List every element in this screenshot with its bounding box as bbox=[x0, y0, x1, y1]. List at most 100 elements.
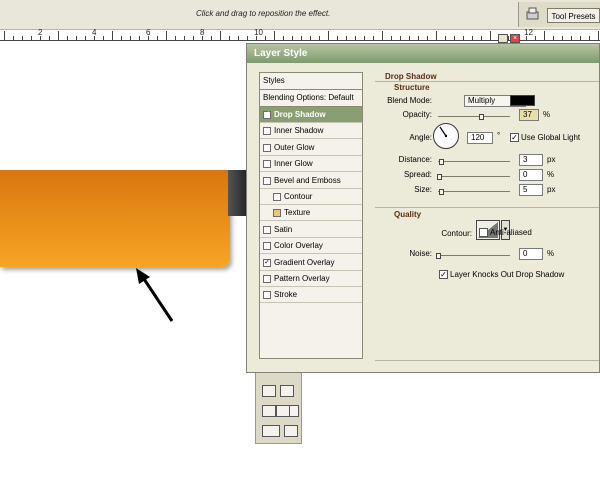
style-checkbox[interactable] bbox=[263, 176, 271, 185]
style-item-pattern-overlay[interactable]: Pattern Overlay bbox=[260, 271, 362, 287]
tool-presets-icon[interactable] bbox=[525, 6, 540, 21]
style-checkbox[interactable]: ✓ bbox=[263, 111, 271, 119]
style-checkbox[interactable] bbox=[263, 275, 271, 283]
ruler-tick bbox=[445, 36, 446, 40]
style-item-texture[interactable]: Texture bbox=[260, 205, 362, 222]
ruler-tick bbox=[463, 36, 464, 40]
opacity-unit: % bbox=[543, 110, 551, 119]
quality-title: Quality bbox=[394, 210, 422, 219]
style-checkbox[interactable] bbox=[263, 160, 271, 169]
styles-header[interactable]: Styles bbox=[260, 73, 362, 90]
tool-panel bbox=[255, 362, 302, 444]
ruler-tick bbox=[220, 31, 221, 40]
blend-mode-label: Blend Mode: bbox=[387, 96, 432, 105]
opacity-slider-thumb[interactable] bbox=[479, 114, 484, 120]
minimize-icon[interactable] bbox=[498, 34, 508, 43]
dialog-titlebar[interactable]: Layer Style × bbox=[247, 34, 599, 63]
tool-presets-button[interactable]: Tool Presets bbox=[547, 8, 600, 23]
spread-slider-thumb[interactable] bbox=[437, 174, 442, 180]
opacity-field[interactable]: 37 bbox=[519, 109, 539, 121]
spread-slider-track[interactable] bbox=[438, 176, 510, 177]
quick-mask-on-icon[interactable] bbox=[280, 385, 294, 397]
ruler-tick bbox=[175, 36, 176, 40]
ruler-tick bbox=[454, 36, 455, 40]
ruler-tick bbox=[184, 36, 185, 40]
distance-label: Distance: bbox=[398, 155, 432, 164]
ruler-tick bbox=[472, 36, 473, 40]
style-checkbox[interactable]: ✓ bbox=[263, 258, 271, 267]
ruler-tick bbox=[553, 36, 554, 40]
distance-slider-track[interactable] bbox=[438, 161, 510, 162]
close-icon[interactable]: × bbox=[510, 34, 520, 43]
style-item-outer-glow[interactable]: Outer Glow bbox=[260, 140, 362, 156]
use-global-light-label: Use Global Light bbox=[521, 133, 581, 142]
ruler-tick bbox=[400, 36, 401, 40]
style-item-inner-shadow[interactable]: Inner Shadow bbox=[260, 123, 362, 140]
style-item-color-overlay[interactable]: Color Overlay bbox=[260, 238, 362, 255]
spread-field[interactable]: 0 bbox=[519, 169, 543, 181]
ruler-tick bbox=[283, 36, 284, 40]
noise-slider-thumb[interactable] bbox=[436, 253, 441, 259]
angle-dial[interactable] bbox=[433, 123, 459, 149]
angle-label: Angle: bbox=[409, 133, 432, 142]
distance-unit: px bbox=[547, 155, 556, 164]
ruler-tick bbox=[22, 36, 23, 40]
ruler-tick bbox=[157, 36, 158, 40]
style-checkbox[interactable] bbox=[263, 127, 271, 136]
style-item-contour[interactable]: Contour bbox=[260, 189, 362, 205]
style-item-gradient-overlay[interactable]: ✓ Gradient Overlay bbox=[260, 255, 362, 271]
layer-style-dialog: Layer Style × Styles Blending Options: D… bbox=[246, 34, 600, 373]
ruler-tick bbox=[292, 36, 293, 40]
opacity-slider-track[interactable] bbox=[438, 116, 510, 117]
style-item-label: Bevel and Emboss bbox=[274, 175, 341, 185]
style-checkbox[interactable] bbox=[263, 225, 271, 234]
anti-aliased-label: Anti-aliased bbox=[490, 228, 532, 237]
edit-check-icon[interactable] bbox=[284, 425, 298, 437]
ruler-tick bbox=[121, 36, 122, 40]
size-field[interactable]: 5 bbox=[519, 184, 543, 196]
shadow-color-swatch[interactable] bbox=[510, 95, 535, 106]
style-item-label: Pattern Overlay bbox=[274, 274, 330, 283]
angle-field[interactable]: 120 bbox=[467, 132, 493, 144]
ruler-tick bbox=[112, 31, 113, 40]
ruler-tick bbox=[76, 36, 77, 40]
angle-needle-icon bbox=[439, 126, 448, 138]
style-checkbox[interactable] bbox=[263, 143, 271, 152]
jump-to-imageready-icon[interactable] bbox=[262, 425, 280, 437]
styles-list: Styles Blending Options: Default ✓ Drop S… bbox=[259, 72, 363, 359]
style-item-label: Outer Glow bbox=[274, 142, 315, 152]
opacity-label: Opacity: bbox=[402, 110, 432, 119]
style-checkbox[interactable] bbox=[263, 242, 271, 251]
screen-mode-full-menu-icon[interactable] bbox=[276, 405, 290, 417]
screen-mode-standard-icon[interactable] bbox=[262, 405, 276, 417]
style-checkbox[interactable] bbox=[263, 291, 271, 300]
style-item-inner-glow[interactable]: Inner Glow bbox=[260, 156, 362, 173]
noise-field[interactable]: 0 bbox=[519, 248, 543, 260]
style-item-stroke[interactable]: Stroke bbox=[260, 287, 362, 304]
quick-mask-off-icon[interactable] bbox=[262, 385, 276, 397]
use-global-light-checkbox[interactable]: ✓ bbox=[510, 133, 519, 142]
style-checkbox[interactable] bbox=[273, 193, 281, 201]
arrow-pointer-icon bbox=[136, 268, 174, 322]
noise-slider-track[interactable] bbox=[438, 255, 510, 256]
ruler-tick bbox=[346, 36, 347, 40]
ruler-tick bbox=[67, 36, 68, 40]
knockout-checkbox[interactable]: ✓ bbox=[439, 270, 448, 279]
style-item-label: Drop Shadow bbox=[274, 110, 326, 119]
style-checkbox[interactable] bbox=[273, 209, 281, 218]
style-item-label: Color Overlay bbox=[274, 241, 323, 251]
anti-aliased-checkbox[interactable] bbox=[479, 228, 488, 237]
distance-field[interactable]: 3 bbox=[519, 154, 543, 166]
style-item-bevel-and-emboss[interactable]: Bevel and Emboss bbox=[260, 173, 362, 189]
dark-bar-end bbox=[228, 170, 248, 216]
blending-options-item[interactable]: Blending Options: Default bbox=[260, 90, 362, 107]
distance-slider-thumb[interactable] bbox=[439, 159, 444, 165]
ruler-tick bbox=[166, 31, 167, 40]
style-item-drop-shadow[interactable]: ✓ Drop Shadow bbox=[260, 107, 362, 123]
style-item-satin[interactable]: Satin bbox=[260, 222, 362, 238]
ruler-number: 12 bbox=[524, 28, 533, 37]
blend-mode-value: Multiply bbox=[468, 96, 496, 105]
size-slider-track[interactable] bbox=[438, 191, 510, 192]
size-slider-thumb[interactable] bbox=[439, 189, 444, 195]
screen-mode-full-icon[interactable] bbox=[289, 405, 299, 417]
